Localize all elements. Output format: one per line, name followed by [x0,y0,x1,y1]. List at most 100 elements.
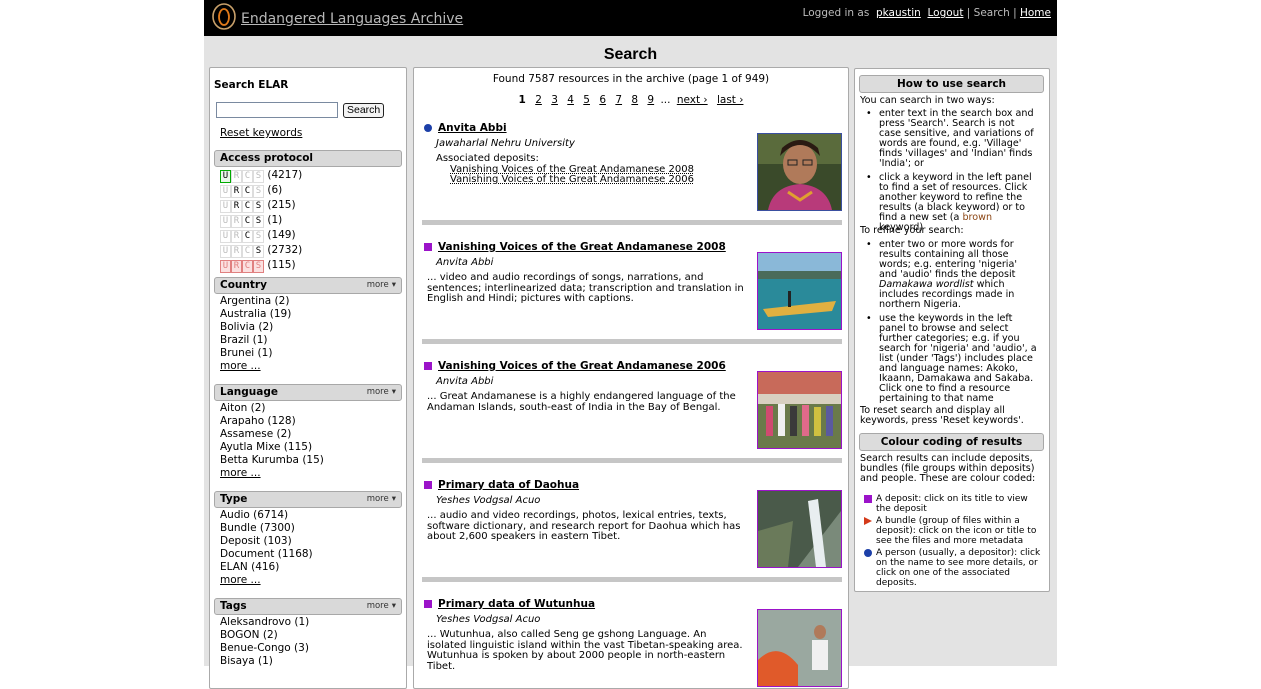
pager-page-link[interactable]: 2 [535,94,542,106]
top-bar: Endangered Languages Archive Logged in a… [204,0,1057,36]
language-item[interactable]: Aiton (2) [220,402,324,415]
language-list: Aiton (2) Arapaho (128) Assamese (2) Ayu… [220,402,324,480]
type-more-link[interactable]: more ... [220,574,313,587]
facet-head-tags: Tags more ▾ [214,598,402,615]
logged-in-label: Logged in as [802,7,870,19]
type-list: Audio (6714) Bundle (7300) Deposit (103)… [220,509,313,587]
type-more-dropdown[interactable]: more ▾ [364,494,396,504]
pager-page-link[interactable]: 7 [615,94,622,106]
country-item[interactable]: Argentina (2) [220,295,291,308]
pager-page-link[interactable]: 5 [583,94,590,106]
home-link[interactable]: Home [1020,7,1051,19]
logout-link[interactable]: Logout [927,7,963,19]
pager-last-link[interactable]: last › [717,94,743,106]
search-button[interactable]: Search [343,103,385,118]
refine-intro: To refine your search: [860,225,964,236]
language-more-dropdown[interactable]: more ▾ [364,387,396,397]
access-list: URCS (4217) URCS (6) URCS (215) URCS (1)… [220,168,302,273]
access-item[interactable]: URCS (215) [220,198,302,213]
language-item[interactable]: Assamese (2) [220,428,324,441]
tag-item[interactable]: BOGON (2) [220,629,309,642]
result-author: Yeshes Vodgsal Acuo [436,495,541,506]
tags-more-dropdown[interactable]: more ▾ [364,601,396,611]
pager-page-link[interactable]: 8 [631,94,638,106]
elar-logo-icon[interactable] [212,3,236,30]
result-description: ... video and audio recordings of songs,… [427,272,744,304]
language-item[interactable]: Betta Kurumba (15) [220,454,324,467]
dropdown-arrow-icon: ▾ [391,280,396,290]
result-affiliation: Jawaharlal Nehru University [436,138,575,149]
colour-intro: Search results can include deposits, bun… [860,453,1036,484]
reset-keywords-link[interactable]: Reset keywords [220,127,302,139]
help-intro: You can search in two ways: [860,95,995,106]
result-item: Primary data of Daohua Yeshes Vodgsal Ac… [422,478,842,582]
pager-page-link[interactable]: 3 [551,94,558,106]
deposit-thumbnail[interactable] [757,371,842,449]
deposit-thumbnail[interactable] [757,609,842,687]
pager-page-link[interactable]: 6 [599,94,606,106]
dropdown-arrow-icon: ▾ [391,387,396,397]
result-title-link[interactable]: Primary data of Daohua [438,479,579,491]
search-elar-title: Search ELAR [214,79,289,91]
country-item[interactable]: Australia (19) [220,308,291,321]
country-more-dropdown[interactable]: more ▾ [364,280,396,290]
result-separator [422,220,842,225]
country-item[interactable]: Bolivia (2) [220,321,291,334]
tag-item[interactable]: Bisaya (1) [220,655,309,668]
deposit-thumbnail[interactable] [757,252,842,330]
country-item[interactable]: Brunei (1) [220,347,291,360]
assoc-deposit-link[interactable]: Vanishing Voices of the Great Andamanese… [450,164,694,175]
person-marker-icon [424,124,432,132]
help-bullet: enter two or more words for results cont… [866,240,1037,310]
result-title-link[interactable]: Vanishing Voices of the Great Andamanese… [438,360,726,372]
access-item[interactable]: URCS (1) [220,213,302,228]
tag-item[interactable]: Benue-Congo (3) [220,642,309,655]
deposit-marker-icon [424,243,432,251]
tags-list: Aleksandrovo (1) BOGON (2) Benue-Congo (… [220,616,309,668]
access-item[interactable]: URCS (2732) [220,243,302,258]
access-item[interactable]: URCS (4217) [220,168,302,183]
language-item[interactable]: Ayutla Mixe (115) [220,441,324,454]
help-bullet: click a keyword in the left panel to fin… [866,173,1037,233]
site-title-link[interactable]: Endangered Languages Archive [241,11,463,27]
help-bullet: enter text in the search box and press '… [866,109,1037,169]
dropdown-arrow-icon: ▾ [391,494,396,504]
result-separator [422,458,842,463]
left-panel: Search ELAR Search Reset keywords Access… [209,67,407,689]
tag-item[interactable]: Aleksandrovo (1) [220,616,309,629]
deposit-thumbnail[interactable] [757,490,842,568]
result-description: ... Great Andamanese is a highly endange… [427,391,736,413]
type-item[interactable]: Deposit (103) [220,535,313,548]
type-item[interactable]: Audio (6714) [220,509,313,522]
pager-page-link[interactable]: 4 [567,94,574,106]
assoc-label: Associated deposits: [436,153,539,164]
how-to-search-heading: How to use search [859,75,1044,93]
facet-head-country: Country more ▾ [214,277,402,294]
pager-next-link[interactable]: next › [677,94,708,106]
language-item[interactable]: Arapaho (128) [220,415,324,428]
result-title-link[interactable]: Vanishing Voices of the Great Andamanese… [438,241,726,253]
page-title: Search [603,46,658,63]
country-more-link[interactable]: more ... [220,360,291,373]
country-item[interactable]: Brazil (1) [220,334,291,347]
result-item: Vanishing Voices of the Great Andamanese… [422,240,842,344]
person-photo-thumbnail[interactable] [757,133,842,211]
search-input[interactable] [216,102,338,118]
result-title-link[interactable]: Primary data of Wutunhua [438,598,595,610]
assoc-deposit-link[interactable]: Vanishing Voices of the Great Andamanese… [450,174,694,185]
access-item[interactable]: URCS (6) [220,183,302,198]
type-item[interactable]: Document (1168) [220,548,313,561]
type-item[interactable]: Bundle (7300) [220,522,313,535]
page-wrapper: Endangered Languages Archive Logged in a… [204,0,1057,689]
pager-page-link[interactable]: 9 [647,94,654,106]
username-link[interactable]: pkaustin [876,7,921,19]
nav-separator: | [966,7,971,19]
type-item[interactable]: ELAN (416) [220,561,313,574]
facet-label: Country [220,279,267,291]
result-title-link[interactable]: Anvita Abbi [438,122,507,134]
result-item: Primary data of Wutunhua Yeshes Vodgsal … [422,597,842,688]
language-more-link[interactable]: more ... [220,467,324,480]
help-bullet: use the keywords in the left panel to br… [866,314,1037,404]
access-item[interactable]: URCS (149) [220,228,302,243]
access-item[interactable]: URCS (115) [220,258,302,273]
